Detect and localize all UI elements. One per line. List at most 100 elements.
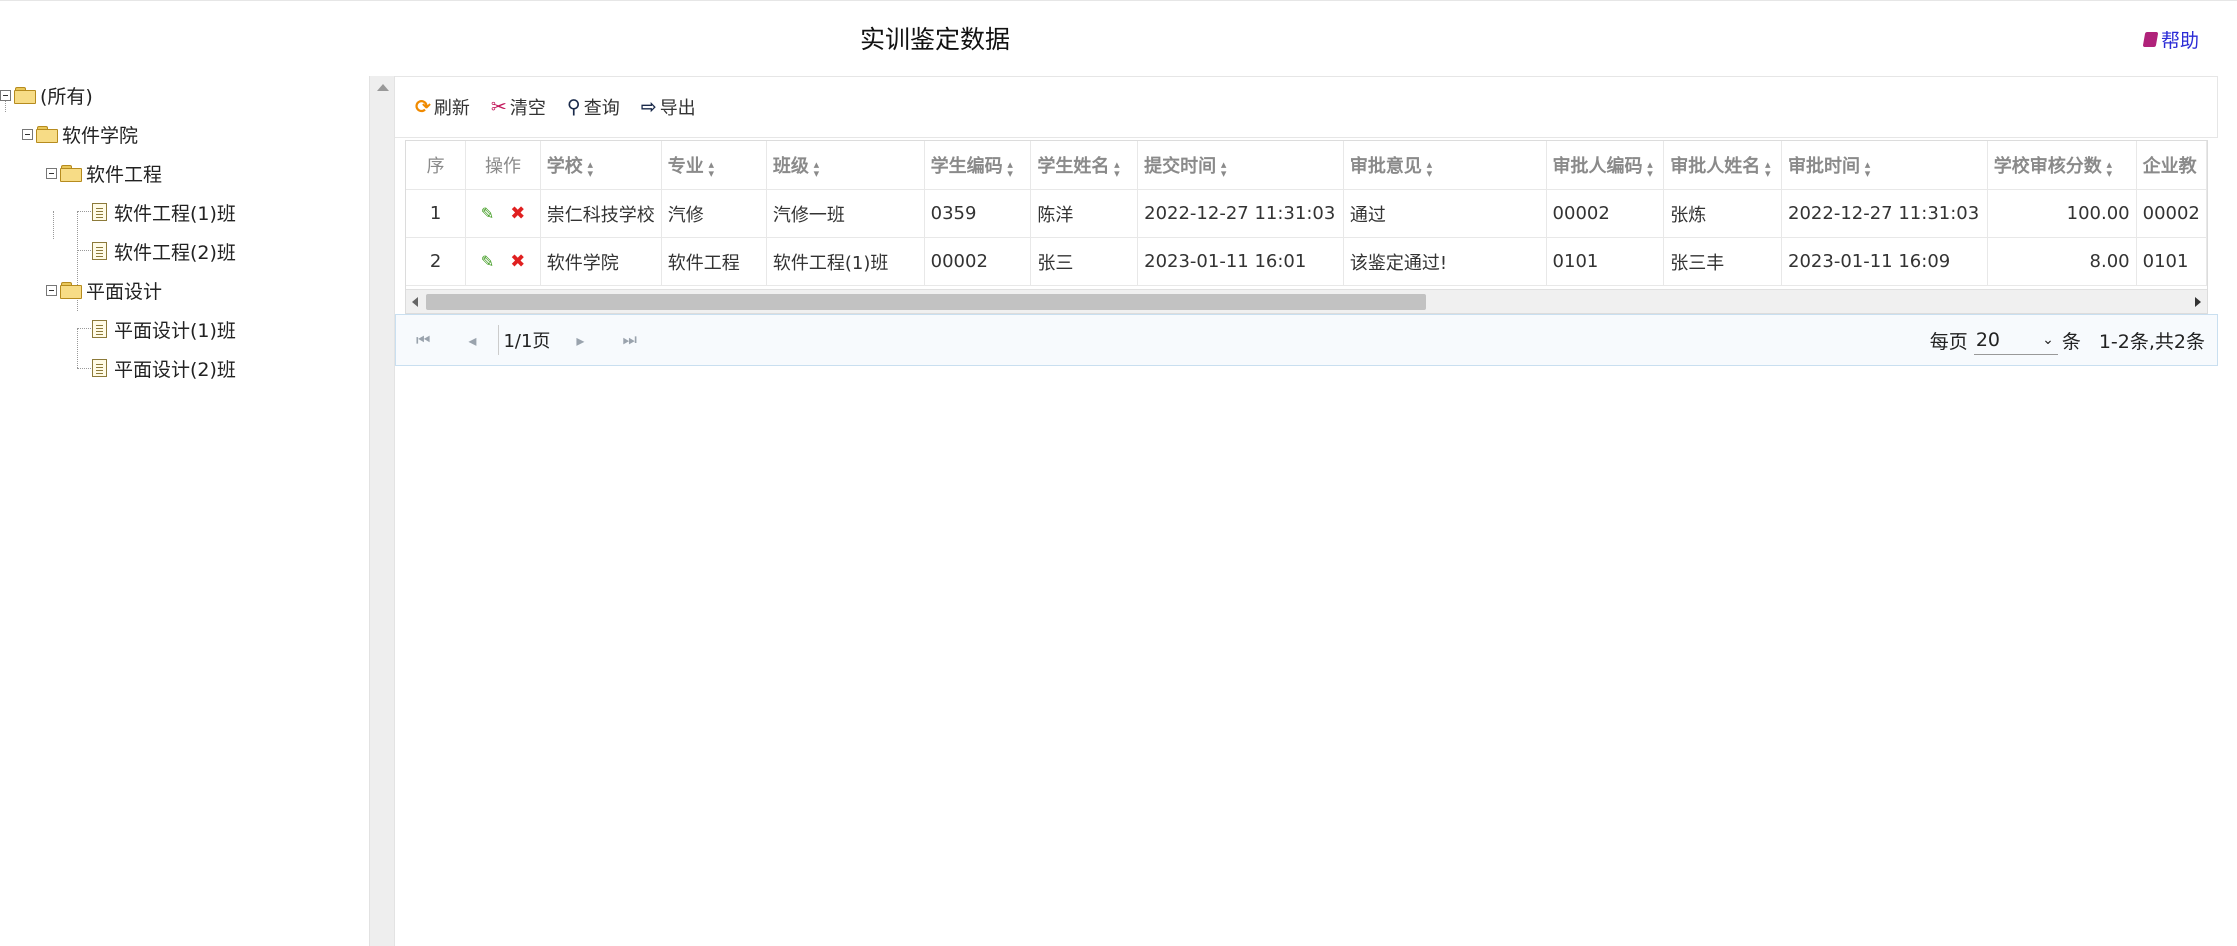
tree-connector	[77, 250, 91, 251]
table-header-row: 序 操作 学校 专业 班级 学生编码 学生姓名 提交时间 审批意见 审批人编码 …	[406, 141, 2207, 190]
refresh-button[interactable]: ⟳ 刷新	[415, 94, 470, 120]
last-page-icon[interactable]: ⏭	[622, 330, 636, 350]
export-button[interactable]: ⇨ 导出	[641, 94, 696, 120]
column-header-enterprise[interactable]: 企业教	[2136, 141, 2207, 190]
help-link[interactable]: 帮助	[2142, 26, 2199, 53]
tree-node-label: 软件工程(1)班	[114, 202, 236, 225]
help-label: 帮助	[2160, 30, 2199, 52]
cell-approval-opinion: 通过	[1343, 189, 1547, 238]
tree-node-class[interactable]: 软件工程(1)班	[92, 195, 236, 229]
cell-index: 2	[406, 237, 467, 286]
tree-node-major[interactable]: 平面设计	[46, 273, 162, 307]
cell-actions: ✎ ✖	[465, 237, 541, 286]
cell-student-name: 陈洋	[1030, 189, 1139, 238]
data-table: 序 操作 学校 专业 班级 学生编码 学生姓名 提交时间 审批意见 审批人编码 …	[406, 141, 2207, 286]
column-header-submit-time[interactable]: 提交时间	[1137, 141, 1344, 190]
vertical-scrollbar[interactable]	[369, 76, 394, 946]
tree-node-class[interactable]: 平面设计(2)班	[92, 351, 236, 385]
refresh-label: 刷新	[433, 98, 470, 119]
page-info: 1/1页	[498, 325, 550, 355]
per-page-prefix: 每页	[1929, 330, 1968, 353]
data-grid: 序 操作 学校 专业 班级 学生编码 学生姓名 提交时间 审批意见 审批人编码 …	[405, 140, 2208, 314]
table-row[interactable]: 2 ✎ ✖ 软件学院 软件工程 软件工程(1)班 00002 张三 2023-01…	[406, 237, 2207, 286]
tree-node-class[interactable]: 平面设计(1)班	[92, 312, 236, 346]
export-icon: ⇨	[640, 95, 657, 118]
file-icon	[92, 242, 107, 260]
tree-connector	[53, 211, 54, 239]
cell-student-code: 00002	[924, 237, 1032, 286]
first-page-icon[interactable]: ⏮	[416, 330, 430, 350]
page-size-value: 20	[1975, 328, 2000, 351]
column-header-student-name[interactable]: 学生姓名	[1030, 141, 1139, 190]
cell-school-score: 8.00	[1987, 237, 2137, 286]
column-header-major[interactable]: 专业	[661, 141, 767, 190]
next-page-icon[interactable]: ▸	[576, 331, 584, 350]
page-size-select[interactable]: 20 ⌄	[1973, 325, 2058, 355]
cell-approval-opinion: 该鉴定通过!	[1343, 237, 1547, 286]
clear-button[interactable]: ✂ 清空	[491, 94, 546, 120]
query-button[interactable]: ⚲ 查询	[567, 94, 620, 120]
cell-class: 软件工程(1)班	[766, 237, 925, 286]
cell-major: 软件工程	[661, 237, 767, 286]
category-tree: (所有) 软件学院 软件工程 软件工程(1)班 软件工程(2)班 平面设计 平面…	[0, 78, 368, 946]
delete-icon[interactable]: ✖	[510, 203, 525, 224]
cell-major: 汽修	[661, 189, 767, 238]
scroll-up-icon[interactable]	[377, 84, 389, 91]
collapse-icon[interactable]	[46, 284, 57, 296]
scrollbar-thumb[interactable]	[426, 294, 1426, 310]
column-header-class[interactable]: 班级	[766, 141, 925, 190]
tree-node-college[interactable]: 软件学院	[22, 117, 138, 151]
collapse-icon[interactable]	[22, 128, 33, 140]
tree-node-root[interactable]: (所有)	[0, 78, 93, 112]
delete-icon[interactable]: ✖	[510, 251, 525, 272]
tree-node-class[interactable]: 软件工程(2)班	[92, 234, 236, 268]
prev-page-icon[interactable]: ◂	[468, 331, 476, 350]
column-header-student-code[interactable]: 学生编码	[924, 141, 1032, 190]
cell-approval-time: 2023-01-11 16:09	[1781, 237, 1988, 286]
cell-actions: ✎ ✖	[465, 189, 541, 238]
chevron-down-icon: ⌄	[2042, 331, 2054, 348]
file-icon	[92, 359, 107, 377]
cell-student-name: 张三	[1030, 237, 1139, 286]
collapse-icon[interactable]	[46, 167, 57, 179]
main-panel: ⟳ 刷新 ✂ 清空 ⚲ 查询 ⇨ 导出 序 操作 学校 ▴▾ 专业 ▴▾ 班级 …	[394, 76, 2218, 946]
cell-approver-name: 张炼	[1663, 189, 1783, 238]
table-row[interactable]: 1 ✎ ✖ 崇仁科技学校 汽修 汽修一班 0359 陈洋 2022-12-27 1…	[406, 189, 2207, 238]
cell-approver-name: 张三丰	[1663, 237, 1783, 286]
file-icon	[92, 203, 107, 221]
column-header-school[interactable]: 学校	[540, 141, 662, 190]
column-header-approver-code[interactable]: 审批人编码	[1546, 141, 1665, 190]
tree-node-major[interactable]: 软件工程	[46, 156, 162, 190]
tree-node-label: (所有)	[40, 85, 93, 108]
book-icon	[2142, 32, 2159, 47]
column-header-approval-time[interactable]: 审批时间	[1781, 141, 1988, 190]
tree-connector	[77, 328, 91, 329]
collapse-icon[interactable]	[0, 89, 11, 101]
horizontal-scrollbar[interactable]	[406, 289, 2207, 313]
scroll-right-icon[interactable]	[2195, 297, 2201, 307]
edit-icon[interactable]: ✎	[481, 252, 494, 271]
column-header-approver-name[interactable]: 审批人姓名	[1663, 141, 1783, 190]
tree-node-label: 软件工程	[86, 163, 163, 186]
export-label: 导出	[659, 98, 696, 119]
tree-node-label: 软件工程(2)班	[114, 241, 236, 264]
tree-node-label: 平面设计(1)班	[114, 319, 236, 342]
column-header-school-score[interactable]: 学校审核分数	[1987, 141, 2137, 190]
top-border	[0, 0, 2237, 1]
cell-class: 汽修一班	[766, 189, 925, 238]
folder-open-icon	[14, 87, 36, 104]
page-title: 实训鉴定数据	[859, 25, 1010, 54]
total-count: 1-2条,共2条	[2098, 330, 2205, 353]
cell-approver-code: 0101	[1546, 237, 1665, 286]
cell-index: 1	[406, 189, 467, 238]
tree-connector	[77, 328, 78, 368]
cell-school: 崇仁科技学校	[540, 189, 662, 238]
cell-school-score: 100.00	[1987, 189, 2137, 238]
edit-icon[interactable]: ✎	[481, 204, 494, 223]
file-icon	[92, 320, 107, 338]
tree-node-label: 平面设计(2)班	[114, 358, 236, 381]
scissors-icon: ✂	[490, 95, 507, 118]
cell-enterprise: 00002	[2136, 189, 2207, 238]
column-header-approval-opinion[interactable]: 审批意见	[1343, 141, 1547, 190]
scroll-left-icon[interactable]	[412, 297, 418, 307]
